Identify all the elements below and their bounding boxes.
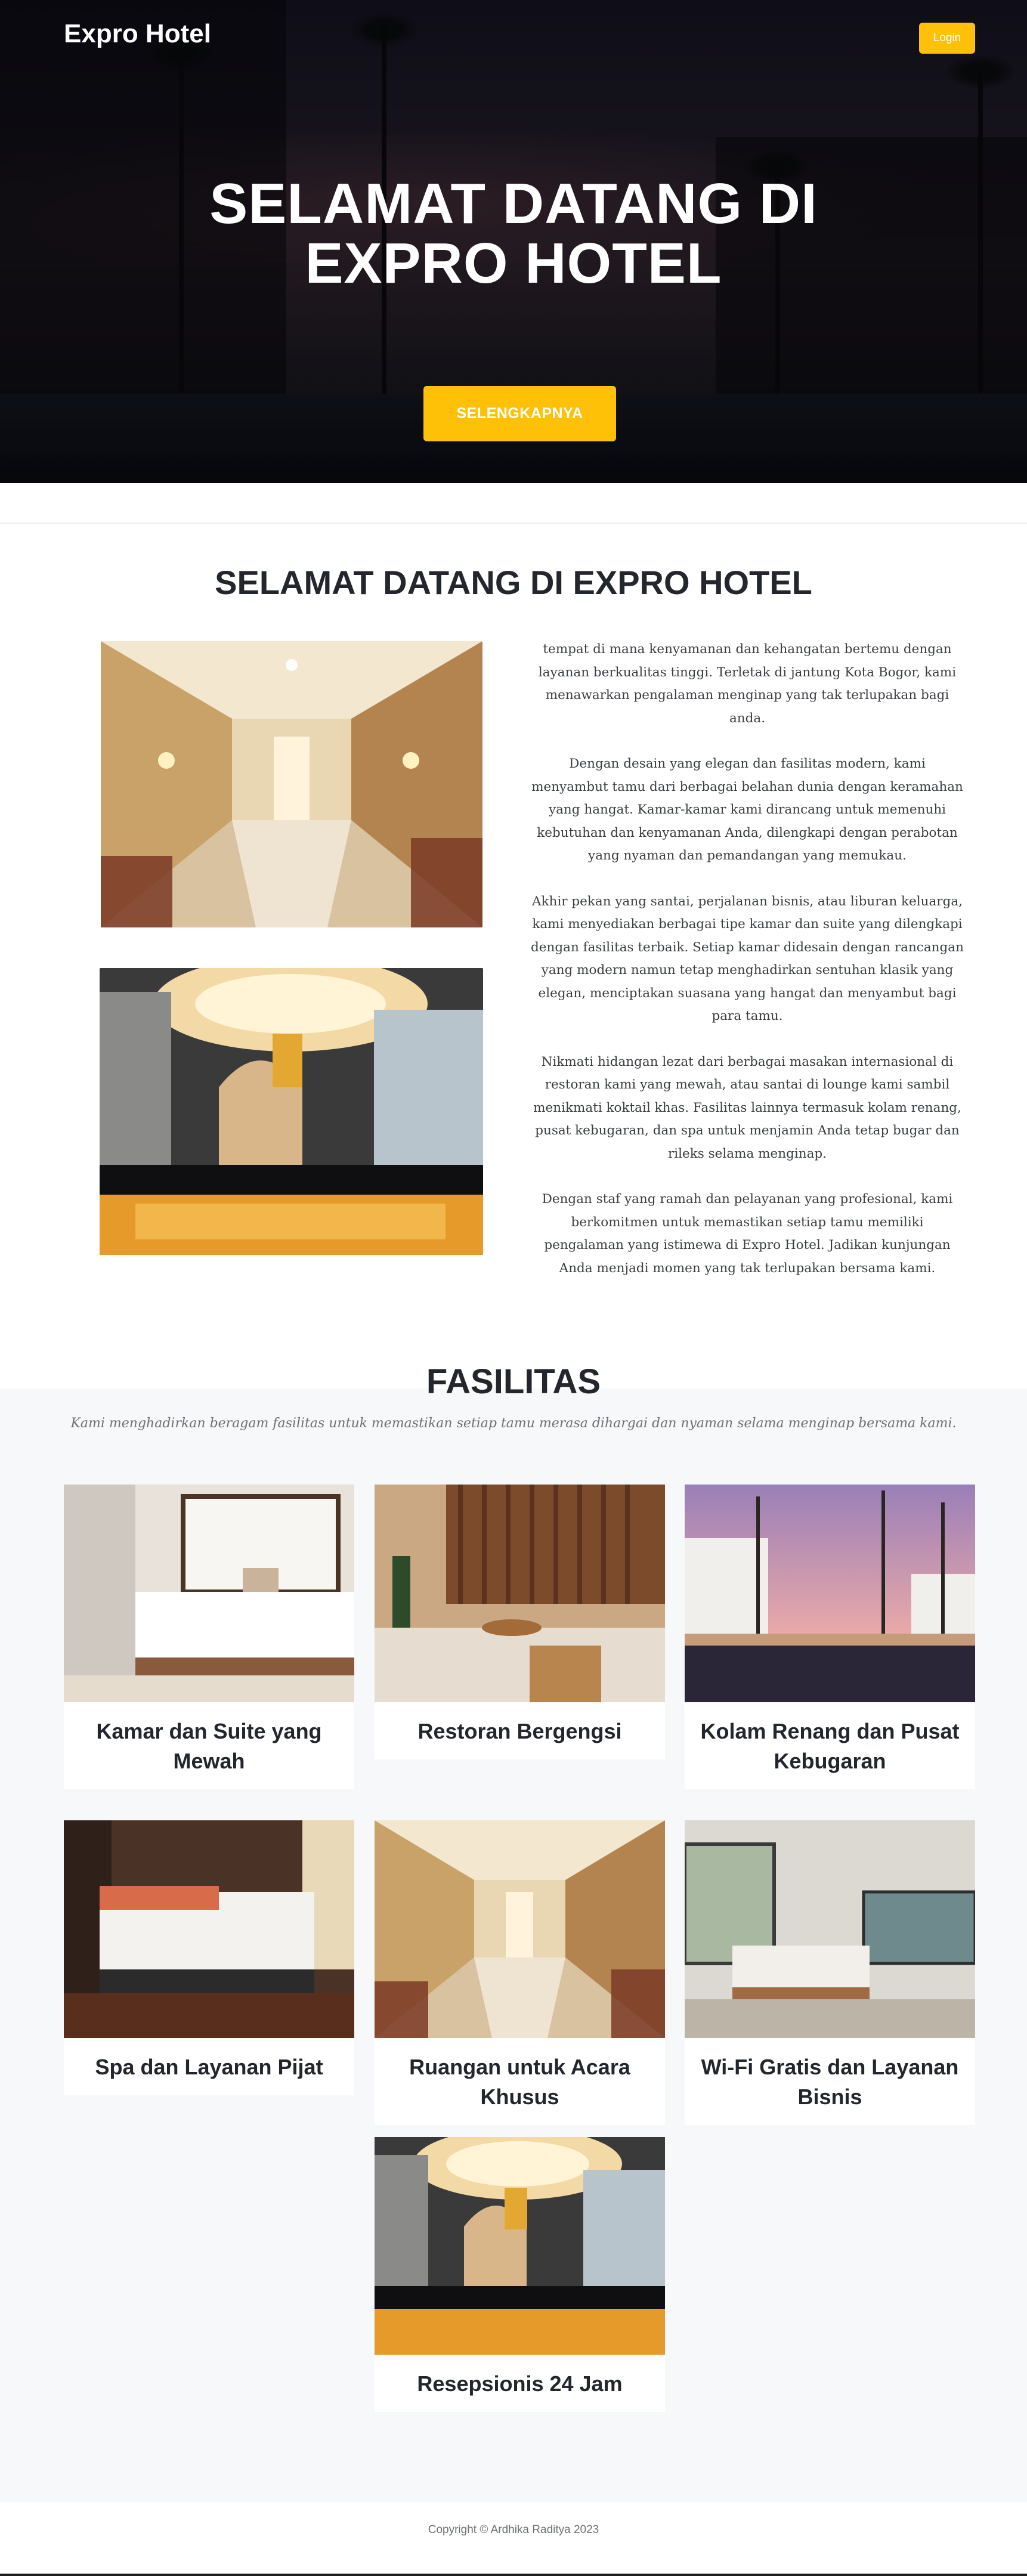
facility-label: Ruangan untuk Acara Khusus bbox=[409, 2055, 630, 2109]
lobby-image bbox=[100, 968, 483, 1255]
facility-label: Resepsionis 24 Jam bbox=[417, 2371, 623, 2396]
hero-title: SELAMAT DATANG DI EXPRO HOTEL bbox=[0, 174, 1027, 293]
about-title: SELAMAT DATANG DI EXPRO HOTEL bbox=[215, 564, 812, 601]
facility-card[interactable]: Kamar dan Suite yang Mewah bbox=[64, 1485, 354, 1789]
brand-logo[interactable]: Expro Hotel bbox=[64, 19, 211, 49]
lobby-illustration bbox=[100, 968, 483, 1255]
about-paragraph: Nikmati hidangan lezat dari berbagai mas… bbox=[533, 1054, 961, 1161]
facility-card[interactable]: Wi-Fi Gratis dan Layanan Bisnis bbox=[685, 1820, 975, 2125]
facility-card[interactable]: Ruangan untuk Acara Khusus bbox=[375, 1820, 665, 2125]
facility-card[interactable]: Restoran Bergengsi bbox=[375, 1485, 665, 1759]
facility-label: Restoran Bergengsi bbox=[417, 1719, 622, 1743]
hallway-photo bbox=[375, 1820, 665, 2038]
facility-label: Spa dan Layanan Pijat bbox=[95, 2055, 323, 2079]
facilities-subtitle: Kami menghadirkan beragam fasilitas untu… bbox=[70, 1416, 957, 1431]
hero-title-line1: SELAMAT DATANG DI bbox=[209, 172, 818, 236]
about-paragraph: Akhir pekan yang santai, perjalanan bisn… bbox=[531, 893, 964, 1024]
copyright-text: Copyright © Ardhika Raditya 2023 bbox=[428, 2524, 599, 2536]
login-button[interactable]: Login bbox=[919, 23, 975, 54]
about-paragraph: Dengan staf yang ramah dan pelayanan yan… bbox=[542, 1192, 953, 1276]
about-paragraph: Dengan desain yang elegan dan fasilitas … bbox=[531, 756, 963, 863]
facility-label: Kolam Renang dan Pusat Kebugaran bbox=[700, 1719, 960, 1773]
navbar: Expro Hotel Login bbox=[0, 0, 1027, 72]
hallway-illustration bbox=[101, 641, 482, 927]
hero-title-line2: EXPRO HOTEL bbox=[305, 231, 722, 295]
hallway-image bbox=[101, 641, 482, 927]
facility-card[interactable]: Spa dan Layanan Pijat bbox=[64, 1820, 354, 2095]
footer: Copyright © Ardhika Raditya 2023 bbox=[0, 2502, 1027, 2574]
facility-label: Kamar dan Suite yang Mewah bbox=[96, 1719, 322, 1773]
facility-card[interactable]: Kolam Renang dan Pusat Kebugaran bbox=[685, 1485, 975, 1789]
facility-card[interactable]: Resepsionis 24 Jam bbox=[375, 2137, 665, 2412]
spa-bedroom-photo bbox=[64, 1820, 354, 2038]
restaurant-photo bbox=[375, 1485, 665, 1702]
read-more-button[interactable]: SELENGKAPNYA bbox=[423, 386, 616, 441]
about-section: SELAMAT DATANG DI EXPRO HOTEL tempat di … bbox=[0, 524, 1027, 1388]
about-paragraph: tempat di mana kenyamanan dan kehangatan… bbox=[538, 642, 957, 726]
hero-section: Expro Hotel Login SELAMAT DATANG DI EXPR… bbox=[0, 0, 1027, 483]
modern-suite-photo bbox=[685, 1820, 975, 2038]
lobby-photo bbox=[375, 2137, 665, 2355]
bottom-border bbox=[0, 2574, 1027, 2576]
about-text: tempat di mana kenyamanan dan kehangatan… bbox=[530, 638, 965, 1303]
facilities-section: FASILITAS Kami menghadirkan beragam fasi… bbox=[0, 1362, 1027, 2502]
facilities-title: FASILITAS bbox=[426, 1362, 601, 1401]
facility-label: Wi-Fi Gratis dan Layanan Bisnis bbox=[701, 2055, 959, 2109]
bedroom-photo bbox=[64, 1485, 354, 1702]
pool-photo bbox=[685, 1485, 975, 1702]
